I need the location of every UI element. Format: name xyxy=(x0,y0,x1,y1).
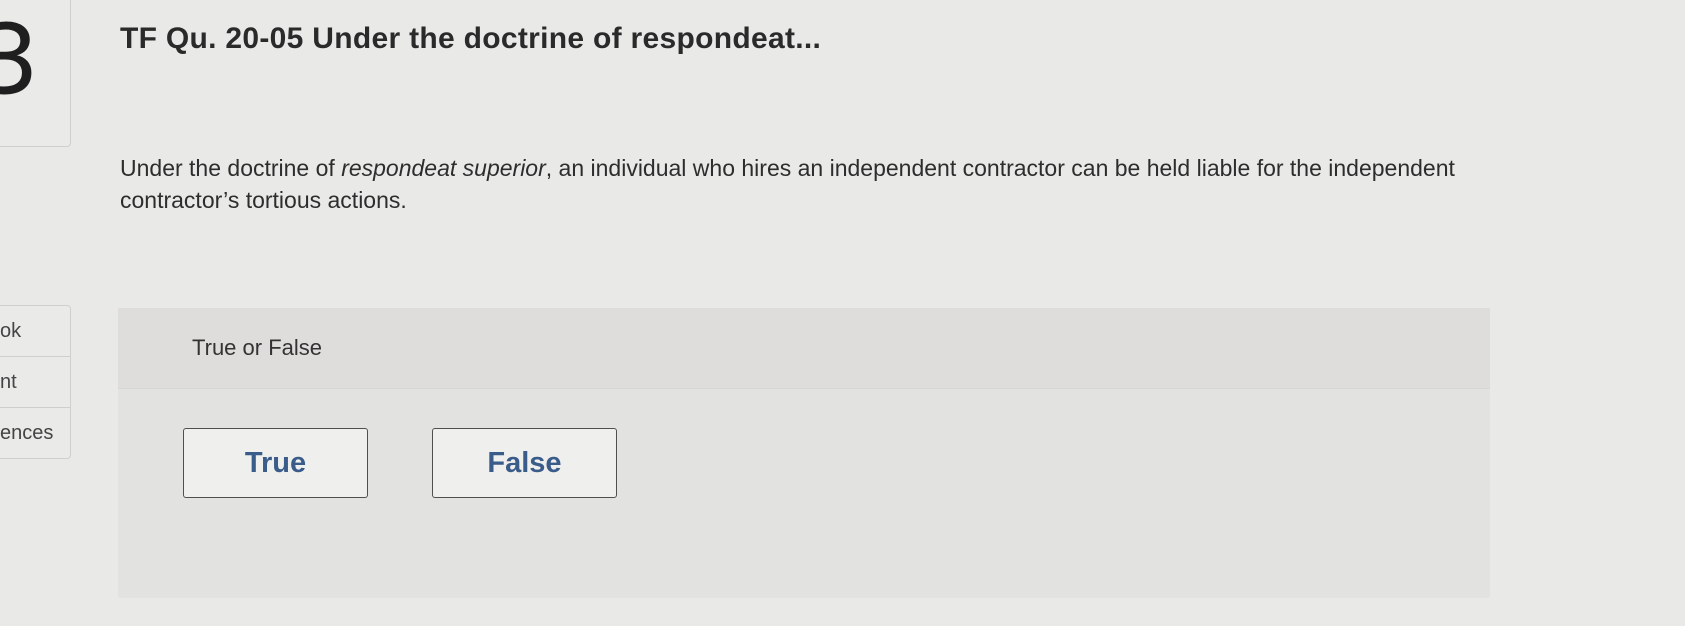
sidebar-tab-label: nt xyxy=(0,370,17,393)
sidebar-tabs: ok nt ences xyxy=(0,305,71,459)
answer-instruction: True or False xyxy=(118,308,1490,389)
true-button[interactable]: True xyxy=(183,428,368,498)
false-button[interactable]: False xyxy=(432,428,617,498)
sidebar-tab-ebook[interactable]: ok xyxy=(0,306,70,357)
answer-choices: True False xyxy=(183,428,617,498)
question-title: TF Qu. 20-05 Under the doctrine of respo… xyxy=(120,22,822,55)
sidebar-tab-print[interactable]: nt xyxy=(0,357,70,408)
answer-card: True or False True False xyxy=(118,308,1490,598)
prompt-italic-term: respondeat superior xyxy=(341,155,546,181)
question-number: 3 xyxy=(0,4,40,116)
prompt-text-start: Under the doctrine of xyxy=(120,155,342,181)
question-number-box: 3 xyxy=(0,0,71,147)
question-prompt: Under the doctrine of respondeat superio… xyxy=(120,152,1490,216)
sidebar-tab-label: ences xyxy=(0,421,54,444)
sidebar-tab-label: ok xyxy=(0,319,22,342)
sidebar-tab-references[interactable]: ences xyxy=(0,408,70,458)
